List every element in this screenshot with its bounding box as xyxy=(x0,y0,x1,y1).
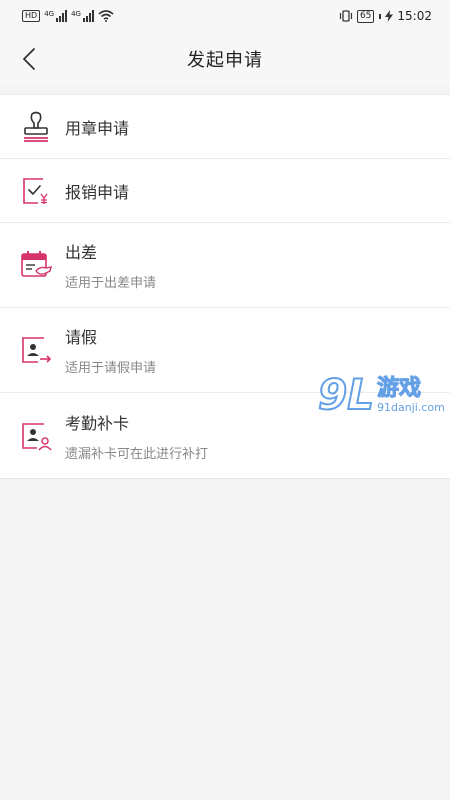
item-subtitle: 遗漏补卡可在此进行补打 xyxy=(65,446,209,462)
status-left: HD 4G 4G xyxy=(22,10,114,22)
watermark-url: 91danji.com xyxy=(377,400,445,414)
calendar-icon xyxy=(20,249,52,281)
item-subtitle: 适用于请假申请 xyxy=(65,361,157,376)
battery-tip xyxy=(379,13,382,19)
vibrate-icon xyxy=(339,10,353,22)
item-title: 出差 xyxy=(65,243,98,262)
item-title: 请假 xyxy=(65,328,98,347)
application-list: 用章申请 报销申请 出差 适用于出差申请 请假 适用于请假申请 考勤补卡 遗漏补… xyxy=(0,94,450,479)
reimbursement-icon xyxy=(20,175,52,207)
list-item-business-trip[interactable]: 出差 适用于出差申请 xyxy=(0,223,450,308)
network-type-2: 4G xyxy=(71,10,81,18)
item-text: 请假 适用于请假申请 xyxy=(65,324,156,376)
wifi-icon xyxy=(98,10,114,22)
nav-bar: 发起申请 xyxy=(0,32,450,86)
charging-icon xyxy=(385,10,394,22)
signal-icon xyxy=(56,10,68,22)
page-title: 发起申请 xyxy=(187,50,263,71)
item-text: 出差 适用于出差申请 xyxy=(65,239,156,291)
item-text: 报销申请 xyxy=(65,179,129,203)
battery-level: 65 xyxy=(359,10,372,21)
network-type-1: 4G xyxy=(44,10,55,18)
list-item-reimbursement[interactable]: 报销申请 xyxy=(0,159,450,223)
status-bar: HD 4G 4G 65 15:02 xyxy=(0,0,450,32)
battery-icon: 65 xyxy=(356,9,375,23)
watermark-text: 游戏 91danji.com xyxy=(376,375,445,414)
leave-icon xyxy=(20,334,52,366)
item-title: 报销申请 xyxy=(65,182,130,202)
item-title: 考勤补卡 xyxy=(65,413,130,433)
signal-icon-2 xyxy=(82,10,94,22)
back-button[interactable] xyxy=(14,44,44,74)
item-title: 用章申请 xyxy=(65,118,130,138)
status-right: 65 15:02 xyxy=(339,9,432,23)
list-item-seal-request[interactable]: 用章申请 xyxy=(0,95,450,159)
watermark-logo: 9L 游戏 91danji.com xyxy=(317,370,445,419)
item-text: 考勤补卡 遗漏补卡可在此进行补打 xyxy=(65,410,208,462)
item-subtitle: 适用于出差申请 xyxy=(65,276,157,291)
stamp-icon xyxy=(20,111,52,143)
status-time: 15:02 xyxy=(397,9,432,23)
watermark-mark: 9L xyxy=(317,370,375,419)
watermark-brand: 游戏 xyxy=(376,375,422,401)
attendance-icon xyxy=(20,420,52,452)
chevron-left-icon xyxy=(23,48,35,70)
item-text: 用章申请 xyxy=(65,115,129,139)
hd-badge: HD xyxy=(22,10,41,22)
